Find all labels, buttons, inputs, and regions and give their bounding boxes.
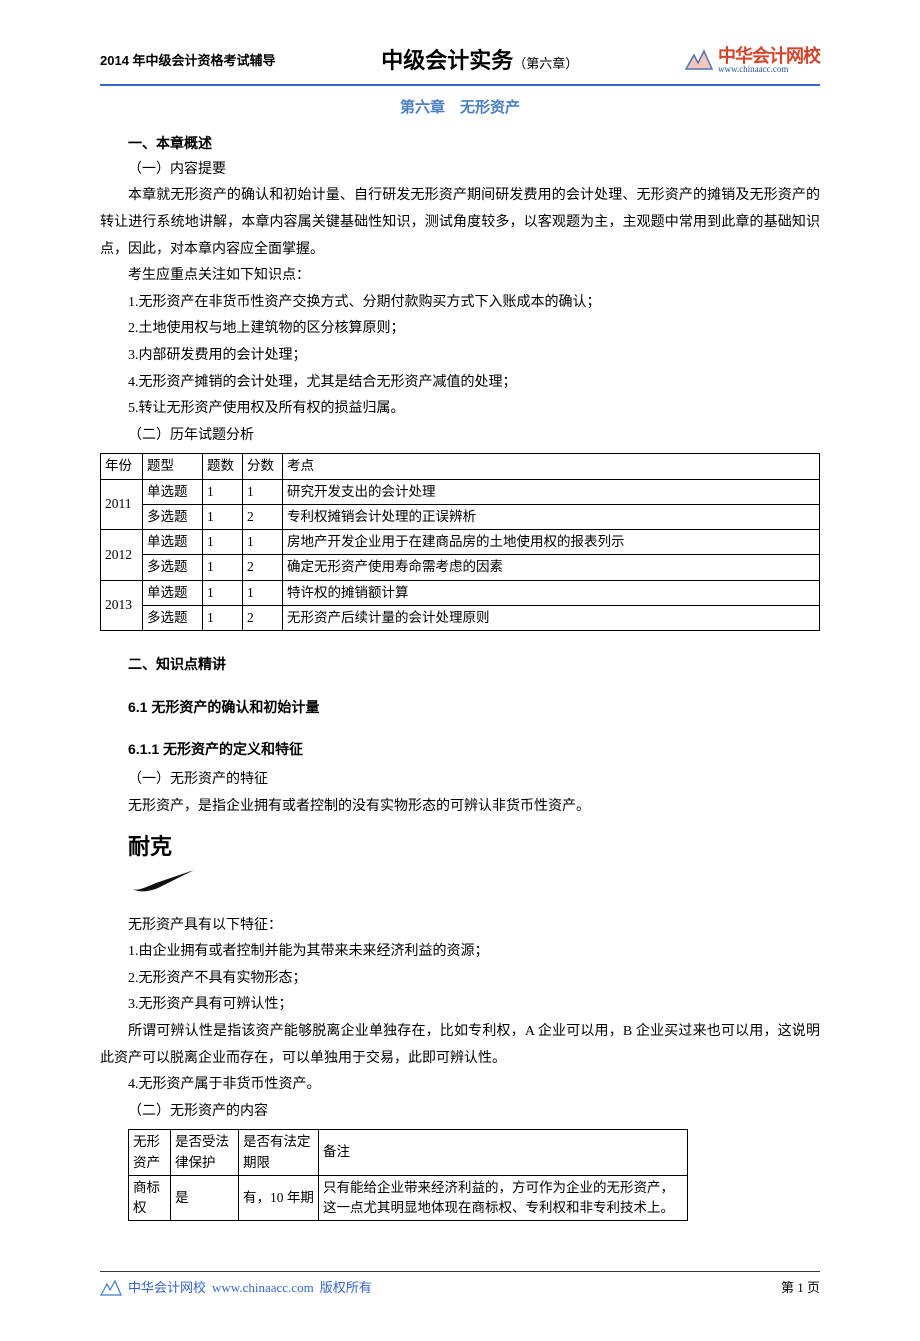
header-subject: 中级会计实务（第六章） <box>381 40 578 82</box>
cell-score: 2 <box>243 605 283 630</box>
table-header-row: 年份 题型 题数 分数 考点 <box>101 454 820 479</box>
footer-url: www.chinaacc.com <box>212 1276 314 1301</box>
cell-score: 2 <box>243 555 283 580</box>
brand-example-name: 耐克 <box>128 826 820 868</box>
cell-year: 2011 <box>101 479 143 530</box>
logo-name-cn: 中华会计网校 <box>718 47 820 65</box>
chapter-title: 第六章 无形资产 <box>100 94 820 123</box>
intangible-content-table: 无形资产 是否受法律保护 是否有法定期限 备注 商标权 是 有，10 年期 只有… <box>128 1129 688 1221</box>
intangible-definition: 无形资产，是指企业拥有或者控制的没有实物形态的可辨认非货币性资产。 <box>128 794 820 821</box>
cell-type: 多选题 <box>143 605 203 630</box>
th-note: 备注 <box>319 1130 688 1176</box>
cell-type: 多选题 <box>143 504 203 529</box>
cell-point: 专利权摊销会计处理的正误辨析 <box>283 504 820 529</box>
swoosh-icon <box>128 870 198 894</box>
cell-score: 1 <box>243 580 283 605</box>
section1-heading: 一、本章概述 <box>100 130 820 157</box>
page-number: 第 1 页 <box>781 1276 820 1301</box>
header-subject-chapter: （第六章） <box>513 56 578 71</box>
cell-point: 特许权的摊销额计算 <box>283 580 820 605</box>
table-row: 多选题 1 2 专利权摊销会计处理的正误辨析 <box>101 504 820 529</box>
site-logo: 中华会计网校 www.chinaacc.com <box>684 47 820 74</box>
cell-type: 单选题 <box>143 580 203 605</box>
th-count: 题数 <box>203 454 243 479</box>
heading-6-1-1: 6.1.1 无形资产的定义和特征 <box>128 736 820 763</box>
feature-2: 2.无形资产不具有实物形态； <box>128 966 820 993</box>
feature-3: 3.无形资产具有可辨认性； <box>128 992 820 1019</box>
table-row: 多选题 1 2 无形资产后续计量的会计处理原则 <box>101 605 820 630</box>
logo-url: www.chinaacc.com <box>718 65 820 74</box>
cell-score: 2 <box>243 504 283 529</box>
cell-score: 1 <box>243 530 283 555</box>
th-point: 考点 <box>283 454 820 479</box>
cell-count: 1 <box>203 605 243 630</box>
header-subject-main: 中级会计实务 <box>381 48 513 73</box>
cell-count: 1 <box>203 504 243 529</box>
table-header-row: 无形资产 是否受法律保护 是否有法定期限 备注 <box>129 1130 688 1176</box>
cell-year: 2013 <box>101 580 143 631</box>
cell-year: 2012 <box>101 530 143 581</box>
cell-count: 1 <box>203 479 243 504</box>
cell-point: 研究开发支出的会计处理 <box>283 479 820 504</box>
footer-logo-icon <box>100 1280 122 1298</box>
table-row: 多选题 1 2 确定无形资产使用寿命需考虑的因素 <box>101 555 820 580</box>
cell-count: 1 <box>203 580 243 605</box>
table-row: 商标权 是 有，10 年期 只有能给企业带来经济利益的，方可作为企业的无形资产，… <box>129 1175 688 1221</box>
cell-point: 房地产开发企业用于在建商品房的土地使用权的报表列示 <box>283 530 820 555</box>
cell-count: 1 <box>203 530 243 555</box>
focus-item-2: 2.土地使用权与地上建筑物的区分核算原则； <box>100 316 820 343</box>
focus-item-5: 5.转让无形资产使用权及所有权的损益归属。 <box>100 396 820 423</box>
cell-legal: 是 <box>171 1175 239 1221</box>
th-score: 分数 <box>243 454 283 479</box>
th-legal: 是否受法律保护 <box>171 1130 239 1176</box>
th-name: 无形资产 <box>129 1130 171 1176</box>
page-header: 2014 年中级会计资格考试辅导 中级会计实务（第六章） 中华会计网校 www.… <box>100 40 820 86</box>
focus-item-4: 4.无形资产摊销的会计处理，尤其是结合无形资产减值的处理； <box>100 370 820 397</box>
header-exam-name: 2014 年中级会计资格考试辅导 <box>100 49 276 74</box>
cell-term: 有，10 年期 <box>239 1175 319 1221</box>
th-type: 题型 <box>143 454 203 479</box>
logo-text: 中华会计网校 www.chinaacc.com <box>718 47 820 74</box>
page-footer: 中华会计网校 www.chinaacc.com 版权所有 第 1 页 <box>100 1276 820 1301</box>
footer-divider <box>100 1271 820 1272</box>
section1-sub1: （一）内容提要 <box>100 157 820 184</box>
section1-sub2: （二）历年试题分析 <box>100 423 820 450</box>
focus-item-3: 3.内部研发费用的会计处理； <box>100 343 820 370</box>
cell-note: 只有能给企业带来经济利益的，方可作为企业的无形资产，这一点尤其明显地体现在商标权… <box>319 1175 688 1221</box>
section1-overview: 本章就无形资产的确认和初始计量、自行研发无形资产期间研发费用的会计处理、无形资产… <box>100 183 820 263</box>
section2-sub2: （二）无形资产的内容 <box>100 1099 820 1126</box>
footer-site-name: 中华会计网校 <box>128 1276 206 1301</box>
past-exams-table: 年份 题型 题数 分数 考点 2011 单选题 1 1 研究开发支出的会计处理 … <box>100 453 820 631</box>
cell-point: 无形资产后续计量的会计处理原则 <box>283 605 820 630</box>
section2-heading: 二、知识点精讲 <box>100 651 820 678</box>
identifiability-explain: 所谓可辨认性是指该资产能够脱离企业单独存在，比如专利权，A 企业可以用，B 企业… <box>100 1019 820 1072</box>
cell-type: 单选题 <box>143 530 203 555</box>
table-row: 2011 单选题 1 1 研究开发支出的会计处理 <box>101 479 820 504</box>
cell-score: 1 <box>243 479 283 504</box>
footer-copyright: 版权所有 <box>320 1276 372 1301</box>
cell-name: 商标权 <box>129 1175 171 1221</box>
table-row: 2013 单选题 1 1 特许权的摊销额计算 <box>101 580 820 605</box>
feature-4: 4.无形资产属于非货币性资产。 <box>100 1072 820 1099</box>
heading-6-1: 6.1 无形资产的确认和初始计量 <box>128 694 820 721</box>
cell-count: 1 <box>203 555 243 580</box>
logo-icon <box>684 49 714 73</box>
th-year: 年份 <box>101 454 143 479</box>
th-term: 是否有法定期限 <box>239 1130 319 1176</box>
cell-type: 单选题 <box>143 479 203 504</box>
footer-brand: 中华会计网校 www.chinaacc.com 版权所有 <box>100 1276 372 1301</box>
focus-item-1: 1.无形资产在非货币性资产交换方式、分期付款购买方式下入账成本的确认； <box>100 290 820 317</box>
cell-type: 多选题 <box>143 555 203 580</box>
section2-sub1: （一）无形资产的特征 <box>100 767 820 794</box>
table-row: 2012 单选题 1 1 房地产开发企业用于在建商品房的土地使用权的报表列示 <box>101 530 820 555</box>
cell-point: 确定无形资产使用寿命需考虑的因素 <box>283 555 820 580</box>
section1-focus-intro: 考生应重点关注如下知识点： <box>100 263 820 290</box>
features-intro: 无形资产具有以下特征： <box>128 913 820 940</box>
feature-1: 1.由企业拥有或者控制并能为其带来未来经济利益的资源； <box>128 939 820 966</box>
